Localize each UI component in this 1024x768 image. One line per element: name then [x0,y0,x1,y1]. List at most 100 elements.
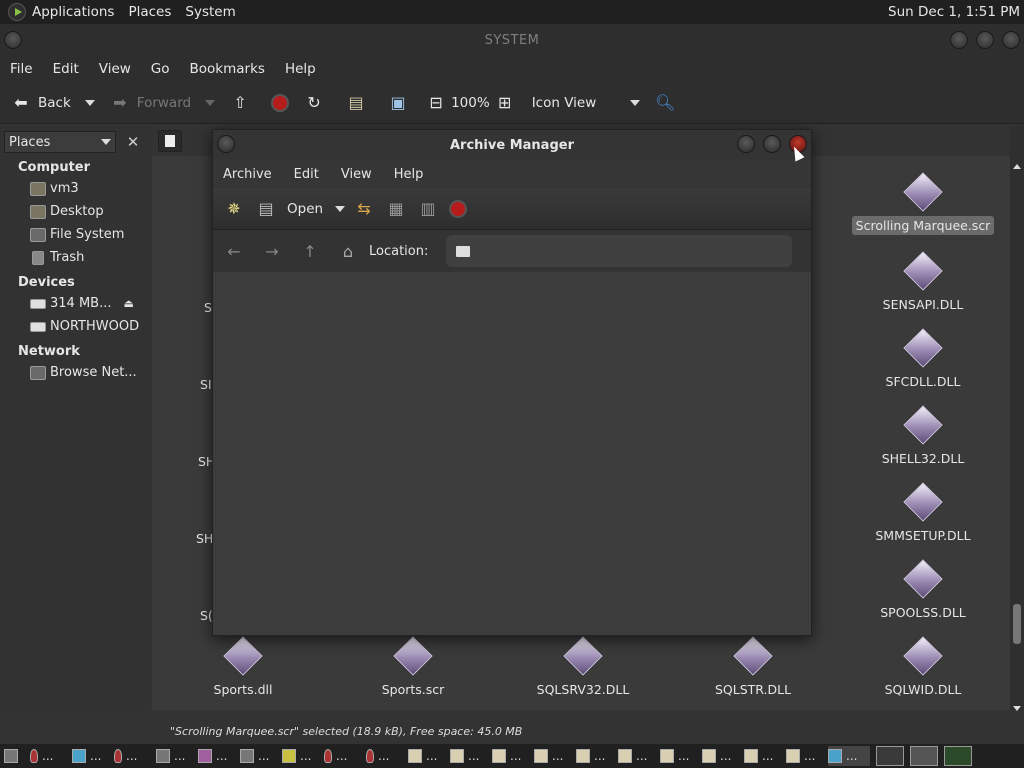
menu-view[interactable]: View [99,61,131,77]
scroll-down-icon[interactable] [1013,706,1021,711]
scrollbar-thumb[interactable] [1013,604,1021,644]
file-item[interactable]: Sports.scr [338,636,488,699]
sidebar-item-trash[interactable]: Trash [0,246,150,269]
workspace-switcher-2[interactable] [910,746,938,766]
maximize-button[interactable] [763,135,781,153]
stop-button[interactable] [271,93,290,112]
view-mode-select[interactable]: Icon View [532,95,641,111]
menu-bookmarks[interactable]: Bookmarks [190,61,265,77]
back-arrow-icon[interactable]: ← [223,240,245,262]
menu-edit[interactable]: Edit [294,167,319,182]
search-button[interactable]: 🔍︎ [654,92,682,114]
new-archive-icon[interactable]: ✵ [223,198,245,220]
menu-view[interactable]: View [341,167,372,182]
taskbar-window-button[interactable]: ... [324,746,366,766]
minimize-button[interactable] [950,31,968,49]
vertical-scrollbar[interactable] [1010,126,1024,711]
taskbar-window-button[interactable]: ... [366,746,408,766]
show-desktop-button[interactable] [4,746,30,766]
home-button[interactable]: ▤ [345,92,373,114]
forward-arrow-icon[interactable]: → [261,240,283,262]
taskbar-window-button[interactable]: ... [744,746,786,766]
taskbar-window-button[interactable]: ... [618,746,660,766]
taskbar-window-button[interactable]: ... [534,746,576,766]
zoom-out-icon[interactable]: ⊟ [429,92,443,114]
minimize-button[interactable] [737,135,755,153]
applications-menu[interactable]: Applications [32,4,122,20]
taskbar-window-button-active[interactable]: ... [828,746,870,766]
taskbar-window-button[interactable]: ... [492,746,534,766]
file-item-partial[interactable]: SH [196,531,212,546]
close-sidebar-icon[interactable]: ✕ [122,131,144,153]
taskbar-window-button[interactable]: ... [576,746,618,766]
open-button[interactable]: ▤ Open [255,198,346,220]
taskbar-window-button[interactable]: ... [30,746,72,766]
file-item[interactable]: SQLWID.DLL [848,636,998,699]
window-menu-button[interactable] [4,31,22,49]
eject-icon[interactable]: ⏏ [123,297,133,310]
extract-icon[interactable]: ⇆ [353,198,375,220]
workspace-switcher-3[interactable] [944,746,972,766]
taskbar-window-button[interactable]: ... [450,746,492,766]
workspace-switcher-1[interactable] [876,746,904,766]
menu-edit[interactable]: Edit [53,61,79,77]
file-item[interactable]: SQLSTR.DLL [678,636,828,699]
sidebar-type-select[interactable]: Places [4,131,116,153]
computer-button[interactable]: ▣ [387,92,415,114]
taskbar-window-button[interactable]: ... [198,746,240,766]
taskbar-window-button[interactable]: ... [702,746,744,766]
menu-help[interactable]: Help [285,61,316,77]
zoom-in-icon[interactable]: ⊞ [498,92,512,114]
taskbar-window-button[interactable]: ... [72,746,114,766]
taskbar-window-button[interactable]: ... [240,746,282,766]
sidebar-item-northwood[interactable]: NORTHWOOD [0,315,150,338]
forward-button[interactable]: ➡ Forward [109,92,216,114]
menu-file[interactable]: File [10,61,33,77]
edit-path-button[interactable] [158,130,182,152]
sidebar-item-vm3[interactable]: vm3 [0,177,150,200]
menu-archive[interactable]: Archive [223,167,272,182]
forward-history-arrow-icon[interactable] [205,99,216,106]
zoom-control[interactable]: ⊟ 100% ⊞ [429,92,518,114]
taskbar-window-button[interactable]: ... [786,746,828,766]
window-titlebar[interactable]: SYSTEM [0,24,1024,56]
up-arrow-icon[interactable]: ↑ [299,240,321,262]
window-menu-button[interactable] [217,135,235,153]
file-item[interactable]: SQLSRV32.DLL [508,636,658,699]
stop-icon[interactable] [449,199,468,218]
clock[interactable]: Sun Dec 1, 1:51 PM [888,4,1020,20]
home-icon[interactable]: ⌂ [337,240,359,262]
taskbar-window-button[interactable]: ... [408,746,450,766]
open-dropdown-icon[interactable] [335,205,346,212]
sidebar-item-browse-network[interactable]: Browse Net... [0,361,150,384]
add-files-icon[interactable]: ▦ [385,198,407,220]
taskbar-window-button[interactable]: ... [156,746,198,766]
back-button[interactable]: ⬅ Back [10,92,95,114]
menu-help[interactable]: Help [394,167,424,182]
up-button[interactable]: ⇧ [229,92,257,114]
back-history-arrow-icon[interactable] [84,99,95,106]
file-item[interactable]: Sports.dll [168,636,318,699]
add-folder-icon[interactable]: ▥ [417,198,439,220]
file-item[interactable]: SFCDLL.DLL [848,328,998,391]
file-item[interactable]: SHELL32.DLL [848,405,998,468]
sidebar-item-desktop[interactable]: Desktop [0,200,150,223]
file-item[interactable]: SMMSETUP.DLL [848,482,998,545]
file-item[interactable]: SENSAPI.DLL [848,251,998,314]
location-input[interactable] [446,235,793,267]
taskbar-window-button[interactable]: ... [282,746,324,766]
distro-logo-icon[interactable] [8,3,26,21]
archive-titlebar[interactable]: Archive Manager [213,130,811,160]
scroll-up-icon[interactable] [1013,164,1021,169]
taskbar-window-button[interactable]: ... [114,746,156,766]
file-item[interactable]: Scrolling Marquee.scr [848,172,998,235]
archive-file-list[interactable] [213,272,811,628]
sidebar-item-file-system[interactable]: File System [0,223,150,246]
sidebar-item-314mb[interactable]: 314 MB... ⏏ [0,292,150,315]
system-menu[interactable]: System [185,4,243,20]
reload-button[interactable]: ↻ [303,92,331,114]
file-item[interactable]: SPOOLSS.DLL [848,559,998,622]
taskbar-window-button[interactable]: ... [660,746,702,766]
menu-go[interactable]: Go [151,61,170,77]
close-button[interactable] [1002,31,1020,49]
